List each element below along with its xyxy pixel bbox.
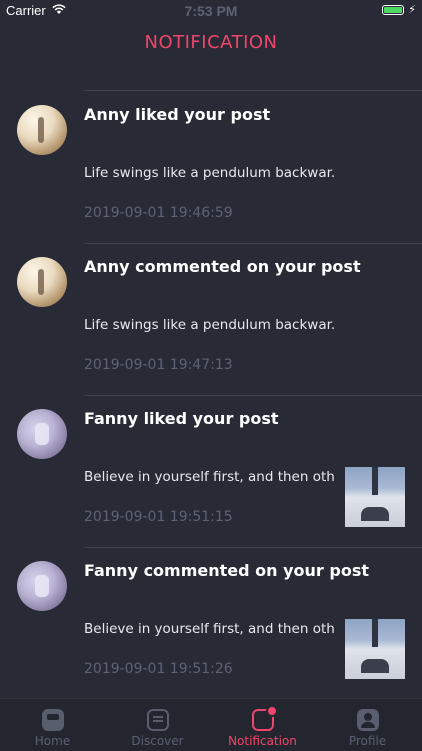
- notification-item[interactable]: Anny commented on your post Life swings …: [0, 243, 422, 395]
- notification-time: 2019-09-01 19:47:13: [84, 357, 233, 373]
- tab-label: Notification: [228, 734, 297, 748]
- notification-title: Fanny commented on your post: [84, 561, 369, 580]
- battery-icon: [382, 5, 404, 15]
- profile-icon: [356, 709, 379, 731]
- tab-notification[interactable]: Notification: [210, 699, 315, 751]
- notification-item[interactable]: Fanny liked your post Believe in yoursel…: [0, 395, 422, 547]
- notification-list[interactable]: Anny liked your post Life swings like a …: [0, 62, 422, 698]
- tab-label: Discover: [131, 734, 184, 748]
- home-icon: [41, 709, 64, 731]
- notification-preview: Believe in yourself first, and then oth.…: [84, 469, 334, 485]
- avatar[interactable]: [17, 409, 67, 459]
- notification-icon: [251, 705, 278, 731]
- tab-profile[interactable]: Profile: [315, 699, 420, 751]
- notification-item[interactable]: Fanny commented on your post Believe in …: [0, 547, 422, 698]
- avatar[interactable]: [17, 561, 67, 611]
- tab-bar: Home Discover Notification Profile: [0, 698, 422, 751]
- notification-title: Anny liked your post: [84, 105, 271, 124]
- unread-dot: [265, 705, 278, 717]
- page-title: NOTIFICATION: [144, 32, 278, 53]
- avatar[interactable]: [17, 105, 67, 155]
- notification-item[interactable]: Anny liked your post Life swings like a …: [0, 91, 422, 243]
- notification-time: 2019-09-01 19:51:15: [84, 509, 233, 525]
- tab-home[interactable]: Home: [0, 699, 105, 751]
- tab-label: Home: [34, 734, 71, 748]
- charging-icon: ⚡: [408, 3, 416, 16]
- notification-title: Fanny liked your post: [84, 409, 279, 428]
- notification-time: 2019-09-01 19:46:59: [84, 205, 233, 221]
- notification-title: Anny commented on your post: [84, 257, 361, 276]
- tab-discover[interactable]: Discover: [105, 699, 210, 751]
- avatar[interactable]: [17, 257, 67, 307]
- notification-preview: Believe in yourself first, and then oth.…: [84, 621, 334, 637]
- notification-time: 2019-09-01 19:51:26: [84, 661, 233, 677]
- post-thumbnail[interactable]: [345, 467, 405, 527]
- tab-label: Profile: [348, 734, 387, 748]
- notification-preview: Life swings like a pendulum backwar...: [84, 317, 334, 333]
- discover-icon: [146, 709, 169, 731]
- status-bar: Carrier 7:53 PM ⚡: [0, 0, 422, 22]
- status-time: 7:53 PM: [184, 3, 238, 19]
- post-thumbnail[interactable]: [345, 619, 405, 679]
- notification-preview: Life swings like a pendulum backwar...: [84, 165, 334, 181]
